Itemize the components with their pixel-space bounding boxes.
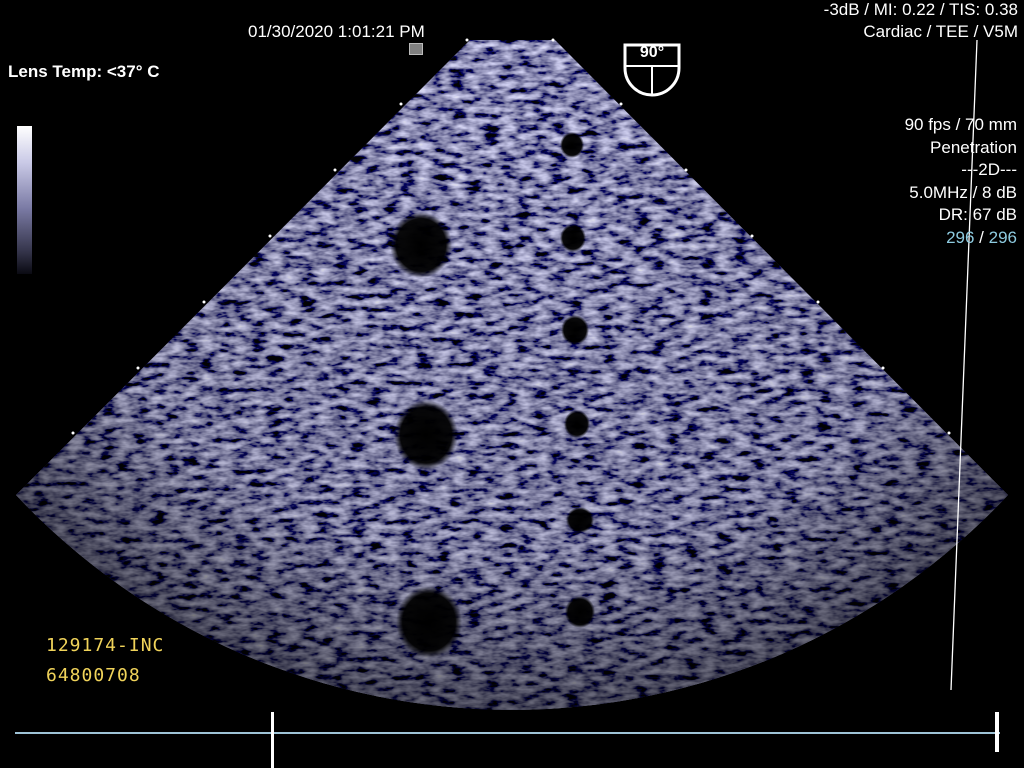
cine-timeline-end-marker [995, 712, 999, 752]
large-cyst-target [394, 400, 458, 470]
frame-current: 296 [946, 227, 975, 247]
small-cyst-target [565, 596, 595, 628]
grayscale-bar [17, 126, 32, 274]
dynamic-range: DR: 67 dB [938, 205, 1017, 225]
accession-number: 64800708 [46, 665, 141, 686]
orientation-angle: 90° [639, 44, 665, 61]
cine-timeline-cursor[interactable] [271, 712, 274, 768]
patient-id: 129174-INC [46, 635, 165, 656]
exam-datetime: 01/30/2020 1:01:21 PM [248, 22, 425, 41]
acoustic-output: -3dB / MI: 0.22 / TIS: 0.38 [823, 0, 1018, 19]
imaging-mode: ---2D--- [961, 160, 1017, 180]
frequency-gain: 5.0MHz / 8 dB [909, 182, 1017, 202]
exam-preset: Cardiac / TEE / V5M [863, 22, 1018, 41]
small-cyst-target [566, 507, 594, 533]
cine-timeline[interactable] [15, 732, 1000, 734]
frame-separator: / [974, 227, 989, 247]
lens-temperature: Lens Temp: <37° C [8, 62, 160, 81]
small-cyst-target [561, 315, 589, 345]
ultrasound-screen: 01/30/2020 1:01:21 PM -3dB / MI: 0.22 / … [0, 0, 1024, 768]
imaging-parameters: 90 fps / 70 mm Penetration ---2D--- 5.0M… [905, 114, 1017, 250]
small-cyst-target [560, 132, 584, 158]
small-cyst-target [560, 224, 586, 252]
mode-label: Penetration [930, 137, 1017, 157]
large-cyst-target [396, 586, 462, 658]
cine-marker-icon [409, 43, 423, 55]
small-cyst-target [564, 410, 590, 438]
frame-rate-depth: 90 fps / 70 mm [904, 115, 1017, 134]
frame-counter: 296 / 296 [905, 227, 1017, 250]
probe-orientation-icon: 90° [622, 42, 682, 103]
large-cyst-target [390, 212, 452, 278]
frame-total: 296 [988, 227, 1017, 247]
